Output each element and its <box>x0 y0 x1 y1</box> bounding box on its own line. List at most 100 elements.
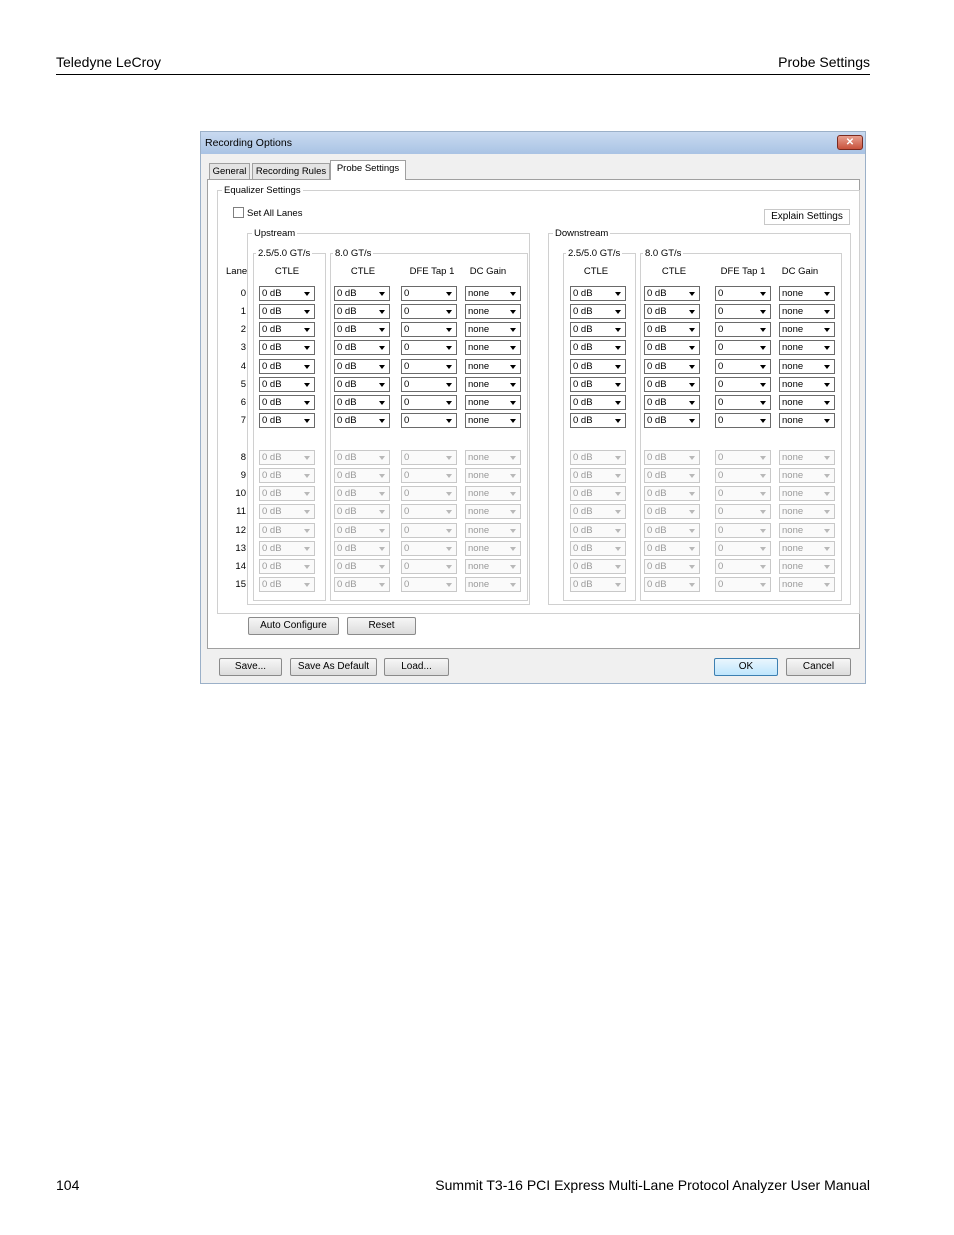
auto-configure-button[interactable]: Auto Configure <box>248 617 339 635</box>
upstream-lane-3-col-3-dropdown[interactable]: none <box>465 340 521 356</box>
downstream-lane-4-col-1-dropdown[interactable]: 0 dB <box>644 358 700 374</box>
downstream-lane-4-col-0-dropdown[interactable]: 0 dB <box>570 358 626 374</box>
downstream-lane-3-col-0-dropdown[interactable]: 0 dB <box>570 340 626 356</box>
downstream-lane-1-col-0-dropdown[interactable]: 0 dB <box>570 304 626 320</box>
upstream-lane-1-col-3-dropdown[interactable]: none <box>465 304 521 320</box>
downstream-lane-2-col-2-dropdown[interactable]: 0 <box>715 322 771 338</box>
header-company: Teledyne LeCroy <box>56 54 162 70</box>
cancel-button[interactable]: Cancel <box>786 658 851 676</box>
upstream-lane-4-col-0-dropdown[interactable]: 0 dB <box>259 358 315 374</box>
upstream-lane-5-col-1-dropdown[interactable]: 0 dB <box>334 376 390 392</box>
downstream-lane-0-col-0-dropdown[interactable]: 0 dB <box>570 286 626 301</box>
downstream-lane-6-col-3-dropdown[interactable]: none <box>779 394 835 410</box>
downstream-lane-1-col-2-dropdown[interactable]: 0 <box>715 304 771 320</box>
upstream-lane-5-col-3-dropdown[interactable]: none <box>465 376 521 392</box>
upstream-lane-6-col-2-dropdown[interactable]: 0 <box>401 394 457 410</box>
save-button[interactable]: Save... <box>219 658 282 676</box>
downstream-speed-title-1: 8.0 GT/s <box>643 248 684 259</box>
chevron-down-icon <box>758 306 769 317</box>
downstream-lane-4-col-3-dropdown[interactable]: none <box>779 358 835 374</box>
downstream-lane-2-col-1-dropdown[interactable]: 0 dB <box>644 322 700 338</box>
downstream-lane-3-col-1-dropdown[interactable]: 0 dB <box>644 340 700 356</box>
chevron-down-icon <box>444 397 455 408</box>
dialog-titlebar[interactable]: Recording Options ✕ <box>201 132 865 154</box>
dropdown-value: 0 <box>718 378 724 390</box>
downstream-lane-1-col-3-dropdown[interactable]: none <box>779 304 835 320</box>
ok-button[interactable]: OK <box>714 658 778 676</box>
downstream-lane-2-col-0-dropdown[interactable]: 0 dB <box>570 322 626 338</box>
set-all-lanes-checkbox[interactable] <box>233 207 244 218</box>
downstream-lane-0-col-1-dropdown[interactable]: 0 dB <box>644 286 700 301</box>
dropdown-value: 0 dB <box>262 542 282 554</box>
upstream-lane-2-col-2-dropdown[interactable]: 0 <box>401 322 457 338</box>
upstream-lane-0-col-1-dropdown[interactable]: 0 dB <box>334 286 390 301</box>
explain-settings-button[interactable]: Explain Settings <box>764 209 850 225</box>
upstream-lane-0-col-3-dropdown[interactable]: none <box>465 286 521 301</box>
upstream-lane-0-col-2-dropdown[interactable]: 0 <box>401 286 457 301</box>
chevron-down-icon <box>377 288 388 299</box>
downstream-lane-6-col-1-dropdown[interactable]: 0 dB <box>644 394 700 410</box>
tab-probe-settings[interactable]: Probe Settings <box>330 160 406 180</box>
downstream-lane-10-col-0-dropdown: 0 dB <box>570 486 626 502</box>
upstream-lane-3-col-1-dropdown[interactable]: 0 dB <box>334 340 390 356</box>
downstream-col-header-3: DC Gain <box>781 266 819 277</box>
downstream-lane-10-col-2-dropdown: 0 <box>715 486 771 502</box>
tab-general[interactable]: General <box>209 163 250 179</box>
upstream-lane-1-col-1-dropdown[interactable]: 0 dB <box>334 304 390 320</box>
downstream-lane-3-col-3-dropdown[interactable]: none <box>779 340 835 356</box>
downstream-lane-1-col-1-dropdown[interactable]: 0 dB <box>644 304 700 320</box>
downstream-lane-7-col-3-dropdown[interactable]: none <box>779 413 835 429</box>
chevron-down-icon <box>687 561 698 572</box>
downstream-lane-0-col-3-dropdown[interactable]: none <box>779 286 835 301</box>
downstream-lane-5-col-3-dropdown[interactable]: none <box>779 376 835 392</box>
downstream-lane-2-col-3-dropdown[interactable]: none <box>779 322 835 338</box>
reset-button[interactable]: Reset <box>347 617 416 635</box>
upstream-lane-3-col-2-dropdown[interactable]: 0 <box>401 340 457 356</box>
dropdown-value: 0 dB <box>337 506 357 518</box>
upstream-lane-7-col-2-dropdown[interactable]: 0 <box>401 413 457 429</box>
upstream-lane-1-col-2-dropdown[interactable]: 0 <box>401 304 457 320</box>
downstream-lane-7-col-0-dropdown[interactable]: 0 dB <box>570 413 626 429</box>
upstream-lane-3-col-0-dropdown[interactable]: 0 dB <box>259 340 315 356</box>
upstream-lane-5-col-0-dropdown[interactable]: 0 dB <box>259 376 315 392</box>
upstream-lane-2-col-3-dropdown[interactable]: none <box>465 322 521 338</box>
dropdown-value: 0 dB <box>337 288 357 299</box>
dropdown-value: 0 dB <box>573 306 593 318</box>
downstream-lane-6-col-2-dropdown[interactable]: 0 <box>715 394 771 410</box>
save-as-default-button[interactable]: Save As Default <box>290 658 377 676</box>
upstream-lane-7-col-3-dropdown[interactable]: none <box>465 413 521 429</box>
close-button[interactable]: ✕ <box>837 135 863 150</box>
dropdown-value: none <box>782 506 804 518</box>
downstream-lane-15-col-2-dropdown: 0 <box>715 577 771 593</box>
upstream-lane-2-col-0-dropdown[interactable]: 0 dB <box>259 322 315 338</box>
upstream-lane-0-col-0-dropdown[interactable]: 0 dB <box>259 286 315 301</box>
upstream-lane-2-col-1-dropdown[interactable]: 0 dB <box>334 322 390 338</box>
downstream-lane-3-col-2-dropdown[interactable]: 0 <box>715 340 771 356</box>
upstream-lane-6-col-0-dropdown[interactable]: 0 dB <box>259 394 315 410</box>
load-button[interactable]: Load... <box>384 658 449 676</box>
downstream-lane-5-col-0-dropdown[interactable]: 0 dB <box>570 376 626 392</box>
tab-recording-rules[interactable]: Recording Rules <box>252 163 330 179</box>
upstream-lane-7-col-1-dropdown[interactable]: 0 dB <box>334 413 390 429</box>
downstream-lane-7-col-2-dropdown[interactable]: 0 <box>715 413 771 429</box>
upstream-lane-5-col-2-dropdown[interactable]: 0 <box>401 376 457 392</box>
downstream-lane-5-col-2-dropdown[interactable]: 0 <box>715 376 771 392</box>
upstream-lane-4-col-1-dropdown[interactable]: 0 dB <box>334 358 390 374</box>
downstream-lane-6-col-0-dropdown[interactable]: 0 dB <box>570 394 626 410</box>
upstream-lane-6-col-1-dropdown[interactable]: 0 dB <box>334 394 390 410</box>
chevron-down-icon <box>444 543 455 554</box>
downstream-lane-7-col-1-dropdown[interactable]: 0 dB <box>644 413 700 429</box>
chevron-down-icon <box>613 452 624 463</box>
upstream-lane-6-col-3-dropdown[interactable]: none <box>465 394 521 410</box>
chevron-down-icon <box>444 470 455 481</box>
upstream-lane-7-col-0-dropdown[interactable]: 0 dB <box>259 413 315 429</box>
downstream-lane-0-col-2-dropdown[interactable]: 0 <box>715 286 771 301</box>
chevron-down-icon <box>822 306 833 317</box>
downstream-lane-5-col-1-dropdown[interactable]: 0 dB <box>644 376 700 392</box>
chevron-down-icon <box>444 306 455 317</box>
downstream-lane-4-col-2-dropdown[interactable]: 0 <box>715 358 771 374</box>
upstream-lane-1-col-0-dropdown[interactable]: 0 dB <box>259 304 315 320</box>
upstream-lane-4-col-2-dropdown[interactable]: 0 <box>401 358 457 374</box>
upstream-lane-4-col-3-dropdown[interactable]: none <box>465 358 521 374</box>
chevron-down-icon <box>508 379 519 390</box>
